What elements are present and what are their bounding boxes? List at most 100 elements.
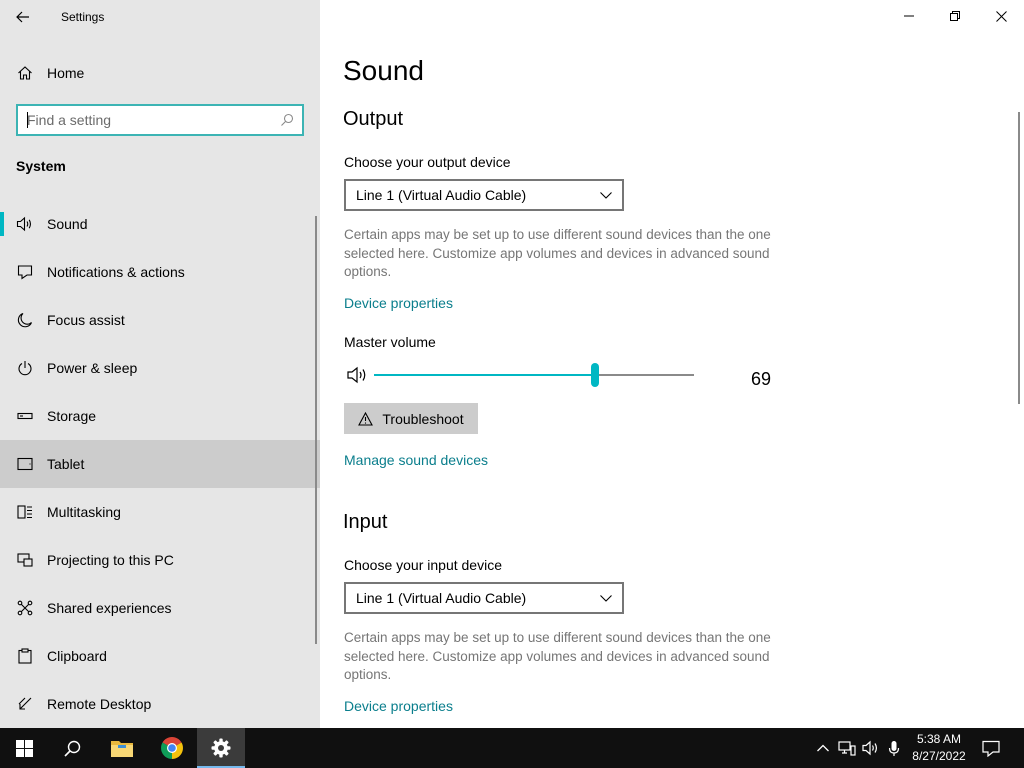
sidebar-item-label: Storage xyxy=(47,408,97,424)
speaker-icon[interactable] xyxy=(346,365,370,385)
minimize-button[interactable] xyxy=(886,0,932,32)
troubleshoot-button[interactable]: Troubleshoot xyxy=(344,403,478,434)
sidebar-item-label: Shared experiences xyxy=(47,600,172,616)
sidebar-item-clipboard[interactable]: Clipboard xyxy=(0,632,320,680)
sidebar-item-shared-experiences[interactable]: Shared experiences xyxy=(0,584,320,632)
tablet-icon xyxy=(16,455,34,473)
taskbar: 5:38 AM 8/27/2022 xyxy=(0,728,1024,768)
sidebar-item-notifications[interactable]: Notifications & actions xyxy=(0,248,320,296)
notification-icon xyxy=(982,740,1000,757)
troubleshoot-label: Troubleshoot xyxy=(382,410,464,427)
slider-thumb[interactable] xyxy=(590,363,599,387)
sidebar-item-multitasking[interactable]: Multitasking xyxy=(0,488,320,536)
sidebar-item-label: Projecting to this PC xyxy=(47,552,174,568)
close-icon xyxy=(995,10,1007,22)
show-hidden-icons-button[interactable] xyxy=(813,738,833,758)
title-bar: Settings xyxy=(0,0,320,34)
start-button[interactable] xyxy=(0,728,48,768)
nav-list: Sound Notifications & actions Focus assi… xyxy=(0,200,320,728)
minimize-icon xyxy=(904,15,914,17)
output-device-properties-link[interactable]: Device properties xyxy=(344,295,453,311)
page-title: Sound xyxy=(343,55,424,86)
network-tray-button[interactable] xyxy=(837,738,857,758)
clock[interactable]: 5:38 AM 8/27/2022 xyxy=(905,731,973,765)
settings-icon xyxy=(211,738,231,758)
output-device-dropdown[interactable]: Line 1 (Virtual Audio Cable) xyxy=(344,179,624,211)
remote-desktop-icon xyxy=(16,695,34,713)
moon-icon xyxy=(16,311,34,329)
back-button[interactable] xyxy=(0,0,46,34)
input-description: Certain apps may be set up to use differ… xyxy=(344,630,771,682)
chevron-down-icon xyxy=(600,594,612,602)
clock-time: 5:38 AM xyxy=(916,732,962,746)
speaker-icon xyxy=(16,215,34,233)
sidebar-item-label: Sound xyxy=(47,216,88,232)
input-device-dropdown[interactable]: Line 1 (Virtual Audio Cable) xyxy=(344,582,624,614)
network-icon xyxy=(838,741,856,756)
sidebar-item-label: Remote Desktop xyxy=(47,696,152,712)
back-arrow-icon xyxy=(16,11,29,23)
output-description: Certain apps may be set up to use differ… xyxy=(344,227,771,279)
volume-tray-button[interactable] xyxy=(861,738,881,758)
home-icon xyxy=(16,64,34,82)
master-volume-label: Master volume xyxy=(344,334,436,350)
search-icon[interactable] xyxy=(272,106,302,134)
restore-icon xyxy=(950,11,960,21)
restore-button[interactable] xyxy=(932,0,978,32)
output-device-label: Choose your output device xyxy=(344,154,511,170)
start-icon xyxy=(15,739,33,757)
home-label: Home xyxy=(47,65,85,81)
file-explorer-button[interactable] xyxy=(98,728,146,768)
sidebar-item-label: Tablet xyxy=(47,456,85,472)
sidebar-item-projecting[interactable]: Projecting to this PC xyxy=(0,536,320,584)
settings-taskbar-button[interactable] xyxy=(197,728,245,768)
chevron-down-icon xyxy=(600,191,612,199)
action-center-button[interactable] xyxy=(981,738,1001,758)
sidebar-scrollbar[interactable] xyxy=(315,216,317,644)
clipboard-icon xyxy=(16,647,34,665)
taskbar-search-button[interactable] xyxy=(48,728,96,768)
multitasking-icon xyxy=(16,503,34,521)
search-input[interactable] xyxy=(18,107,272,133)
section-heading: System xyxy=(16,158,66,174)
home-nav-item[interactable]: Home xyxy=(0,56,320,90)
volume-icon xyxy=(862,740,877,756)
sidebar-item-label: Focus assist xyxy=(47,312,125,328)
search-icon xyxy=(63,740,80,757)
slider-track-fill xyxy=(374,374,595,376)
sidebar-item-label: Notifications & actions xyxy=(47,264,185,280)
manage-sound-devices-link[interactable]: Manage sound devices xyxy=(344,452,488,468)
sidebar-item-power-sleep[interactable]: Power & sleep xyxy=(0,344,320,392)
input-device-value: Line 1 (Virtual Audio Cable) xyxy=(356,590,527,606)
chevron-up-icon xyxy=(817,744,829,752)
sidebar-item-label: Multitasking xyxy=(47,504,121,520)
power-icon xyxy=(16,359,34,377)
sidebar-item-storage[interactable]: Storage xyxy=(0,392,320,440)
sidebar-item-label: Clipboard xyxy=(47,648,107,664)
chrome-button[interactable] xyxy=(148,728,196,768)
input-device-label: Choose your input device xyxy=(344,557,502,573)
storage-icon xyxy=(16,407,34,425)
projecting-icon xyxy=(16,551,34,569)
text-caret xyxy=(27,112,28,128)
close-button[interactable] xyxy=(978,0,1024,32)
microphone-tray-button[interactable] xyxy=(884,738,904,758)
sidebar-item-sound[interactable]: Sound xyxy=(0,200,320,248)
main-scrollbar[interactable] xyxy=(1018,112,1020,404)
app-title: Settings xyxy=(61,10,105,24)
warning-icon xyxy=(358,411,374,426)
sidebar-item-label: Power & sleep xyxy=(47,360,138,376)
output-section-title: Output xyxy=(343,108,404,130)
input-device-properties-link[interactable]: Device properties xyxy=(344,698,453,714)
clock-date: 8/27/2022 xyxy=(912,749,966,763)
search-box[interactable] xyxy=(16,104,304,136)
notification-icon xyxy=(16,263,34,281)
master-volume-value: 69 xyxy=(751,369,772,389)
sidebar-item-remote-desktop[interactable]: Remote Desktop xyxy=(0,680,320,728)
output-device-value: Line 1 (Virtual Audio Cable) xyxy=(356,187,527,203)
sidebar-item-focus-assist[interactable]: Focus assist xyxy=(0,296,320,344)
sidebar-item-tablet[interactable]: Tablet xyxy=(0,440,320,488)
chrome-icon xyxy=(161,737,183,759)
master-volume-slider[interactable] xyxy=(374,363,694,387)
input-section-title: Input xyxy=(343,511,388,533)
